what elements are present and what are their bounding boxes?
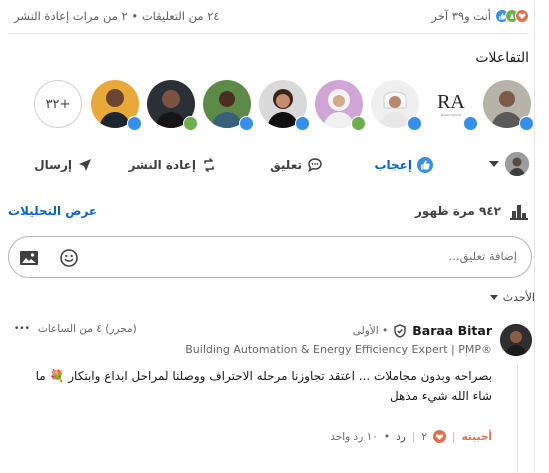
comment-like-count: ٢	[421, 430, 428, 443]
like-badge-icon	[463, 116, 478, 131]
social-counts-bar: أنت و٣٩ آخر ٢٤ من التعليقات • ٢ من مرات …	[14, 6, 529, 26]
separator-dot: •	[383, 430, 391, 443]
separator: |	[452, 430, 456, 443]
commenter-name[interactable]: Baraa Bitar	[412, 323, 492, 338]
like-label: إعجاب	[374, 158, 412, 172]
reaction-as-selector[interactable]	[489, 152, 529, 176]
post-action-bar: إعجاب تعليق إعادة النشر إرسال	[20, 150, 529, 180]
sort-label: الأحدث	[502, 291, 535, 304]
comment-reply-button[interactable]: رد	[396, 431, 406, 443]
celebrate-badge-icon	[351, 116, 366, 131]
comment-time: (محرر) ٤ من الساعات	[37, 323, 137, 335]
analytics-chart-icon	[510, 205, 528, 220]
comment-icon	[308, 158, 322, 173]
reactors-avatar-row: +٣٢ RA RAAM GROUP	[34, 80, 534, 131]
celebrate-badge-icon	[183, 116, 198, 131]
connection-degree: • الأولى	[352, 324, 389, 337]
comment-label: تعليق	[270, 158, 302, 172]
more-reactors-button[interactable]: +٣٢	[34, 80, 82, 128]
comments-reposts-count[interactable]: ٢٤ من التعليقات • ٢ من مرات إعادة النشر	[14, 9, 220, 23]
like-button[interactable]: إعجاب	[374, 150, 433, 180]
commenter-headline: Building Automation & Energy Efficiency …	[185, 343, 492, 356]
divider	[8, 33, 529, 34]
my-avatar	[505, 152, 529, 176]
like-badge-icon	[519, 116, 534, 131]
reactor-avatar-8[interactable]	[147, 80, 198, 131]
chevron-down-icon	[489, 295, 498, 300]
comment-input[interactable]: إضافة تعليق...	[8, 236, 532, 278]
comment-sort-dropdown[interactable]: الأحدث	[489, 291, 535, 304]
like-badge-icon	[295, 116, 310, 131]
like-icon	[417, 157, 433, 173]
verified-shield-icon	[394, 323, 406, 338]
separator: |	[411, 430, 416, 443]
emoji-button[interactable]	[57, 246, 81, 270]
comment-actions: أحببته | ٢ | رد • ١٠ رد واحد	[330, 430, 492, 443]
commenter-avatar[interactable]	[500, 324, 532, 356]
like-badge-icon	[239, 116, 254, 131]
comment-text-line: شاء الله شيء مذهل	[389, 389, 492, 403]
comment-button[interactable]: تعليق	[270, 150, 323, 180]
impressions-text: ٩٤٢ مرة ظهور	[415, 204, 501, 218]
love-reaction-icon	[433, 430, 447, 443]
comment-like-button[interactable]: أحببته	[462, 431, 492, 443]
like-badge-icon	[127, 116, 142, 131]
add-photo-button[interactable]	[17, 246, 41, 270]
like-badge-icon	[407, 116, 422, 131]
more-options-icon[interactable]: •••	[14, 324, 30, 334]
reactor-avatar-4[interactable]	[371, 80, 422, 131]
impressions-count: ٩٤٢ مرة ظهور	[415, 202, 529, 220]
comment-meta: (محرر) ٤ من الساعات •••	[14, 323, 137, 335]
chevron-down-icon	[489, 161, 499, 167]
svg-text:RAAM GROUP: RAAM GROUP	[441, 113, 462, 117]
comment-text: بصراحه وبدون مجاملات ... اعتقد تجاوزنا م…	[22, 366, 492, 406]
reactor-avatar-1[interactable]	[483, 80, 534, 131]
reactor-avatar-7[interactable]	[203, 80, 254, 131]
comment-placeholder: إضافة تعليق...	[448, 249, 517, 263]
send-button[interactable]: إرسال	[34, 150, 93, 180]
view-analytics-link[interactable]: عرض التحليلات	[8, 204, 97, 218]
repost-label: إعادة النشر	[128, 158, 196, 172]
reactor-avatar-9[interactable]	[91, 80, 142, 131]
comment-header: Baraa Bitar • الأولى	[353, 323, 492, 338]
comment-text-line: بصراحه وبدون مجاملات ... اعتقد تجاوزنا م…	[35, 369, 492, 383]
reactor-avatar-5[interactable]	[315, 80, 366, 131]
repost-icon	[204, 158, 214, 172]
repost-button[interactable]: إعادة النشر	[129, 150, 217, 180]
panel-border	[534, 0, 535, 473]
thread-line	[517, 364, 518, 473]
reaction-icons-stack	[495, 9, 529, 23]
emoji-icon	[60, 249, 78, 267]
reactions-title: التفاعلات	[475, 50, 529, 66]
reactor-avatar-3-ra-logo[interactable]: RA RAAM GROUP	[427, 80, 478, 131]
post-social-panel: أنت و٣٩ آخر ٢٤ من التعليقات • ٢ من مرات …	[0, 0, 549, 473]
send-icon	[79, 159, 91, 171]
reactions-count[interactable]: أنت و٣٩ آخر	[431, 9, 529, 23]
svg-text:RA: RA	[437, 91, 465, 113]
love-reaction-icon	[515, 9, 529, 23]
image-icon	[20, 251, 38, 265]
reactor-avatar-6[interactable]	[259, 80, 310, 131]
send-label: إرسال	[34, 158, 72, 172]
reply-count[interactable]: ١٠ رد واحد	[330, 431, 378, 443]
reactors-text: أنت و٣٩ آخر	[431, 9, 491, 23]
analytics-row: ٩٤٢ مرة ظهور عرض التحليلات	[8, 200, 529, 224]
